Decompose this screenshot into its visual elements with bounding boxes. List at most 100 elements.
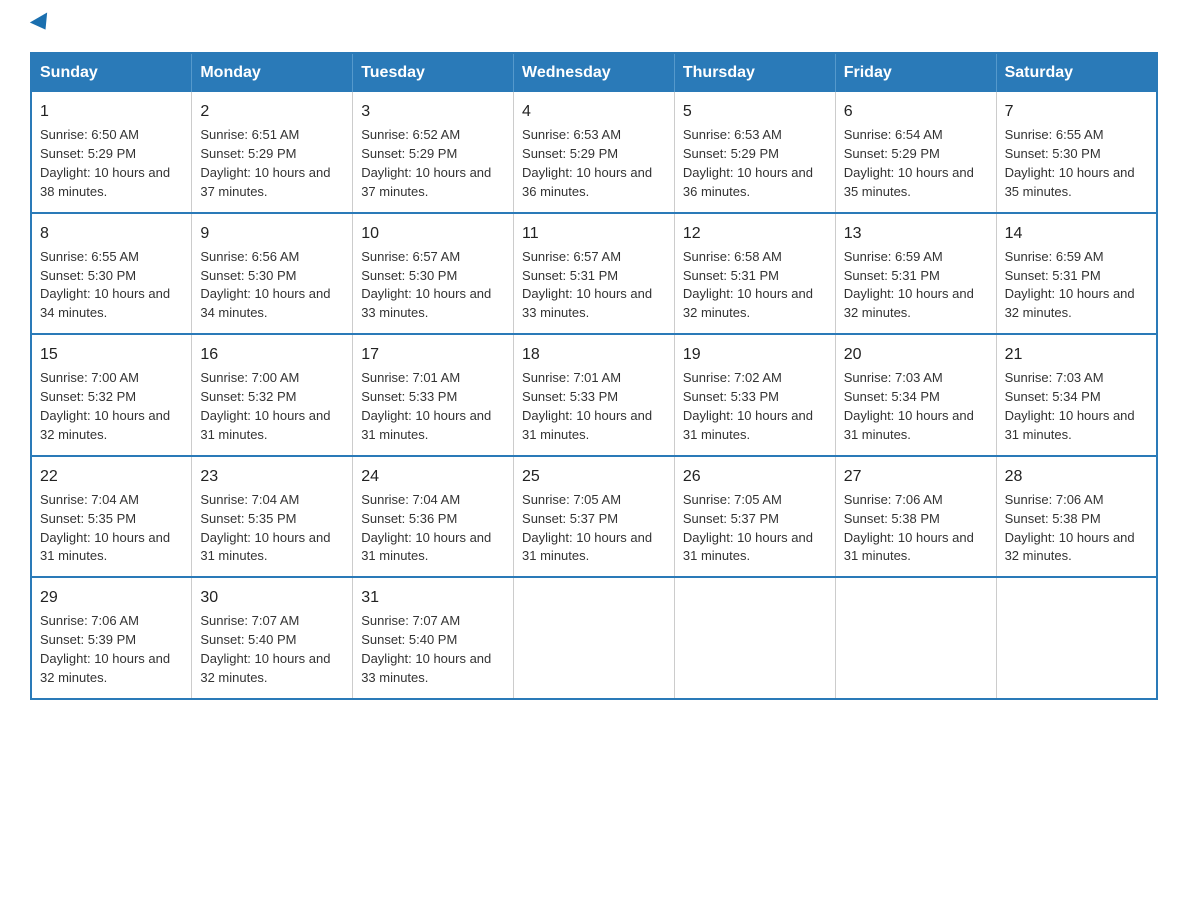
day-number: 29 [40,586,183,609]
calendar-day-cell: 23 Sunrise: 7:04 AM Sunset: 5:35 PM Dayl… [192,456,353,578]
day-daylight: Daylight: 10 hours and 37 minutes. [361,165,491,199]
day-sunrise: Sunrise: 6:55 AM [40,249,139,264]
calendar-day-cell: 30 Sunrise: 7:07 AM Sunset: 5:40 PM Dayl… [192,577,353,699]
day-daylight: Daylight: 10 hours and 36 minutes. [683,165,813,199]
day-sunrise: Sunrise: 7:05 AM [522,492,621,507]
calendar-week-row: 1 Sunrise: 6:50 AM Sunset: 5:29 PM Dayli… [31,92,1157,213]
day-sunrise: Sunrise: 6:56 AM [200,249,299,264]
logo-arrow-icon [30,12,54,34]
day-daylight: Daylight: 10 hours and 31 minutes. [40,530,170,564]
day-sunrise: Sunrise: 7:04 AM [200,492,299,507]
day-sunset: Sunset: 5:39 PM [40,632,136,647]
day-number: 24 [361,465,505,488]
day-sunset: Sunset: 5:29 PM [683,146,779,161]
day-sunrise: Sunrise: 7:05 AM [683,492,782,507]
day-sunrise: Sunrise: 7:07 AM [361,613,460,628]
day-sunset: Sunset: 5:30 PM [361,268,457,283]
calendar-day-cell: 18 Sunrise: 7:01 AM Sunset: 5:33 PM Dayl… [514,334,675,456]
day-daylight: Daylight: 10 hours and 31 minutes. [200,408,330,442]
day-number: 12 [683,222,827,245]
day-sunset: Sunset: 5:32 PM [40,389,136,404]
day-sunset: Sunset: 5:35 PM [200,511,296,526]
calendar-day-cell: 20 Sunrise: 7:03 AM Sunset: 5:34 PM Dayl… [835,334,996,456]
day-daylight: Daylight: 10 hours and 32 minutes. [40,651,170,685]
day-daylight: Daylight: 10 hours and 34 minutes. [200,286,330,320]
day-sunrise: Sunrise: 7:03 AM [1005,370,1104,385]
day-sunrise: Sunrise: 6:53 AM [683,127,782,142]
day-sunrise: Sunrise: 6:57 AM [361,249,460,264]
calendar-day-cell: 15 Sunrise: 7:00 AM Sunset: 5:32 PM Dayl… [31,334,192,456]
day-number: 25 [522,465,666,488]
calendar-day-cell: 28 Sunrise: 7:06 AM Sunset: 5:38 PM Dayl… [996,456,1157,578]
calendar-day-cell: 31 Sunrise: 7:07 AM Sunset: 5:40 PM Dayl… [353,577,514,699]
calendar-header-wednesday: Wednesday [514,53,675,92]
day-number: 17 [361,343,505,366]
day-sunset: Sunset: 5:29 PM [361,146,457,161]
day-sunset: Sunset: 5:30 PM [40,268,136,283]
day-sunrise: Sunrise: 6:59 AM [844,249,943,264]
day-sunrise: Sunrise: 6:52 AM [361,127,460,142]
day-number: 1 [40,100,183,123]
calendar-day-cell: 19 Sunrise: 7:02 AM Sunset: 5:33 PM Dayl… [674,334,835,456]
calendar-day-cell: 1 Sunrise: 6:50 AM Sunset: 5:29 PM Dayli… [31,92,192,213]
day-number: 19 [683,343,827,366]
day-daylight: Daylight: 10 hours and 33 minutes. [361,651,491,685]
calendar-day-cell: 16 Sunrise: 7:00 AM Sunset: 5:32 PM Dayl… [192,334,353,456]
day-sunset: Sunset: 5:31 PM [522,268,618,283]
calendar-header-friday: Friday [835,53,996,92]
day-number: 4 [522,100,666,123]
day-daylight: Daylight: 10 hours and 32 minutes. [844,286,974,320]
calendar-header-sunday: Sunday [31,53,192,92]
day-number: 10 [361,222,505,245]
day-sunset: Sunset: 5:36 PM [361,511,457,526]
day-number: 26 [683,465,827,488]
day-number: 21 [1005,343,1148,366]
day-daylight: Daylight: 10 hours and 31 minutes. [1005,408,1135,442]
day-daylight: Daylight: 10 hours and 32 minutes. [200,651,330,685]
day-number: 5 [683,100,827,123]
day-number: 15 [40,343,183,366]
calendar-week-row: 29 Sunrise: 7:06 AM Sunset: 5:39 PM Dayl… [31,577,1157,699]
day-daylight: Daylight: 10 hours and 31 minutes. [844,408,974,442]
calendar-day-cell: 14 Sunrise: 6:59 AM Sunset: 5:31 PM Dayl… [996,213,1157,335]
day-daylight: Daylight: 10 hours and 32 minutes. [1005,286,1135,320]
day-sunrise: Sunrise: 7:06 AM [40,613,139,628]
day-sunset: Sunset: 5:31 PM [1005,268,1101,283]
day-sunrise: Sunrise: 6:55 AM [1005,127,1104,142]
day-sunset: Sunset: 5:33 PM [361,389,457,404]
day-sunrise: Sunrise: 7:00 AM [40,370,139,385]
day-sunset: Sunset: 5:29 PM [522,146,618,161]
calendar-header-row: SundayMondayTuesdayWednesdayThursdayFrid… [31,53,1157,92]
day-sunrise: Sunrise: 6:54 AM [844,127,943,142]
day-sunset: Sunset: 5:37 PM [522,511,618,526]
calendar-day-cell: 3 Sunrise: 6:52 AM Sunset: 5:29 PM Dayli… [353,92,514,213]
day-sunrise: Sunrise: 7:03 AM [844,370,943,385]
day-daylight: Daylight: 10 hours and 37 minutes. [200,165,330,199]
page-header [30,20,1158,34]
day-daylight: Daylight: 10 hours and 31 minutes. [200,530,330,564]
day-sunset: Sunset: 5:29 PM [200,146,296,161]
day-sunset: Sunset: 5:32 PM [200,389,296,404]
day-daylight: Daylight: 10 hours and 35 minutes. [844,165,974,199]
day-sunrise: Sunrise: 6:57 AM [522,249,621,264]
logo [30,20,54,34]
day-sunrise: Sunrise: 7:01 AM [522,370,621,385]
day-number: 13 [844,222,988,245]
day-sunset: Sunset: 5:29 PM [40,146,136,161]
day-number: 9 [200,222,344,245]
day-sunrise: Sunrise: 6:51 AM [200,127,299,142]
day-number: 3 [361,100,505,123]
calendar-day-cell: 24 Sunrise: 7:04 AM Sunset: 5:36 PM Dayl… [353,456,514,578]
day-sunrise: Sunrise: 7:06 AM [844,492,943,507]
day-daylight: Daylight: 10 hours and 36 minutes. [522,165,652,199]
day-daylight: Daylight: 10 hours and 31 minutes. [844,530,974,564]
day-daylight: Daylight: 10 hours and 31 minutes. [683,530,813,564]
day-daylight: Daylight: 10 hours and 32 minutes. [1005,530,1135,564]
day-sunset: Sunset: 5:35 PM [40,511,136,526]
calendar-day-cell: 5 Sunrise: 6:53 AM Sunset: 5:29 PM Dayli… [674,92,835,213]
day-sunrise: Sunrise: 7:04 AM [40,492,139,507]
day-sunset: Sunset: 5:37 PM [683,511,779,526]
day-number: 6 [844,100,988,123]
calendar-day-cell: 27 Sunrise: 7:06 AM Sunset: 5:38 PM Dayl… [835,456,996,578]
day-number: 18 [522,343,666,366]
